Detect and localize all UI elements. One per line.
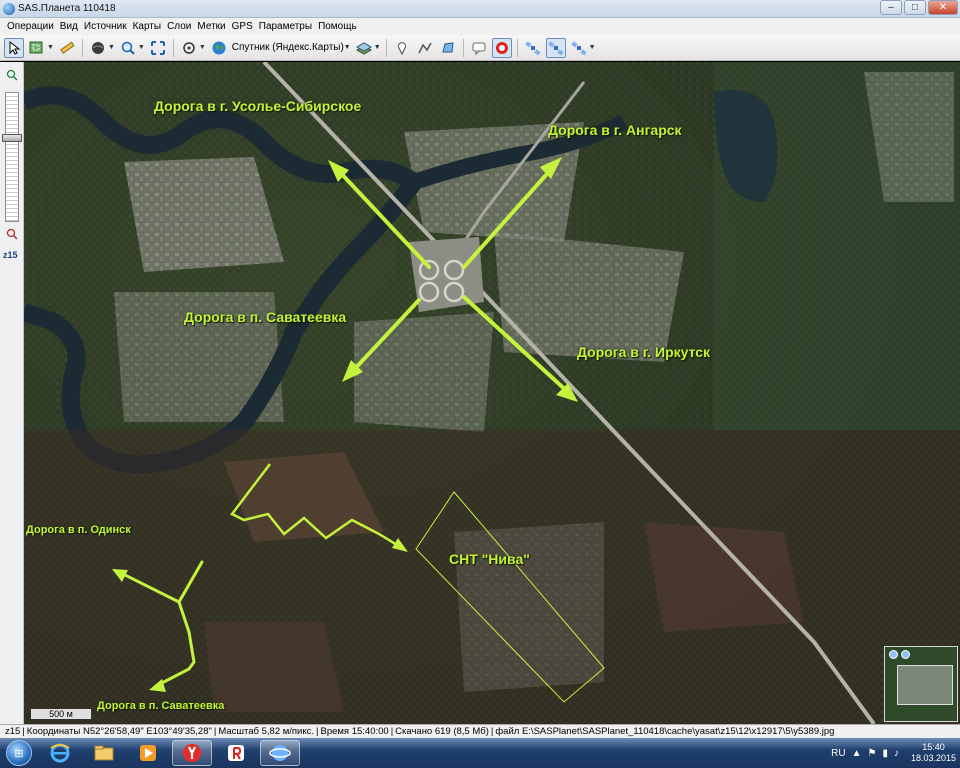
- title-bar: SAS.Планета 110418 – □ ✕: [0, 0, 960, 18]
- chevron-down-icon[interactable]: ▼: [589, 44, 596, 51]
- minimap-minus-icon[interactable]: [901, 650, 910, 659]
- stop-icon[interactable]: [491, 37, 512, 58]
- zoom-slider-thumb[interactable]: [2, 134, 22, 142]
- minimap-plus-icon[interactable]: [889, 650, 898, 659]
- label-road-odinsk: Дорога в п. Одинск: [26, 524, 131, 536]
- toolbar-separator: [81, 38, 83, 57]
- earth-icon[interactable]: [209, 38, 229, 58]
- close-button[interactable]: ✕: [928, 0, 958, 15]
- gps-icon[interactable]: [179, 38, 199, 58]
- label-snt-niva: СНТ "Нива": [449, 551, 530, 567]
- map-select-icon[interactable]: [27, 38, 47, 58]
- clock-date: 18.03.2015: [910, 753, 956, 763]
- show-hidden-icons-icon[interactable]: ▲: [852, 748, 862, 759]
- status-bar: z15 | Координаты N52°26'58,49" E103°49'35…: [0, 724, 960, 738]
- menu-gps[interactable]: GPS: [229, 21, 256, 32]
- zoom-panel: z15: [0, 62, 24, 724]
- system-tray: RU ▲ ⚑ ▮ ♪ 15:40 18.03.2015: [831, 738, 960, 768]
- toolbar-separator: [172, 38, 174, 57]
- zoom-slider-track[interactable]: [5, 92, 19, 222]
- status-coordinates: Координаты N52°26'58,49" E103°49'35,28": [26, 726, 212, 737]
- menu-source[interactable]: Источник: [81, 21, 130, 32]
- toolbar-separator: [516, 38, 518, 57]
- scale-bar: 500 м: [30, 708, 92, 720]
- toolbar-separator: [385, 38, 387, 57]
- clock[interactable]: 15:40 18.03.2015: [911, 742, 956, 764]
- menu-operations[interactable]: Операции: [4, 21, 57, 32]
- minimize-button[interactable]: –: [880, 0, 902, 15]
- chevron-down-icon[interactable]: ▼: [344, 44, 351, 51]
- status-zoom: z15: [5, 726, 21, 737]
- minimap-viewport[interactable]: [897, 665, 953, 705]
- menu-maps[interactable]: Карты: [130, 21, 165, 32]
- zoom-level-label: z15: [3, 250, 18, 260]
- chevron-down-icon[interactable]: ▼: [374, 44, 381, 51]
- status-time: Время 15:40:00: [320, 726, 389, 737]
- menu-layers[interactable]: Слои: [164, 21, 194, 32]
- fullscreen-icon[interactable]: [148, 38, 168, 58]
- path-icon[interactable]: [415, 38, 435, 58]
- label-road-angarsk: Дорога в г. Ангарск: [548, 122, 682, 138]
- ie-icon[interactable]: [40, 740, 80, 766]
- window-controls: – □ ✕: [880, 0, 958, 16]
- placemark-icon[interactable]: [392, 38, 412, 58]
- app-icon: [3, 2, 15, 15]
- menu-settings[interactable]: Параметры: [256, 21, 315, 32]
- label-road-irkutsk: Дорога в г. Иркутск: [577, 344, 711, 360]
- status-scale: Масштаб 5,82 м/пикс.: [218, 726, 315, 737]
- satellite-map[interactable]: Дорога в г. Усолье-Сибирское Дорога в г.…: [24, 62, 960, 724]
- taskbar: ⊞ RU ▲ ⚑ ▮ ♪ 15:40 18.03.2015: [0, 738, 960, 768]
- label-road-savateevka-top: Дорога в п. Саватеевка: [184, 309, 347, 325]
- label-road-savateevka-bottom: Дорога в п. Саватеевка: [97, 700, 225, 712]
- chevron-down-icon[interactable]: ▼: [108, 44, 115, 51]
- maximize-button[interactable]: □: [904, 0, 926, 15]
- bubble-icon[interactable]: [469, 38, 489, 58]
- toolbar: ▼ ▼ ▼ ▼ Спутник (Яндекс.Карты) ▼ ▼ ▼: [0, 35, 960, 61]
- zoom-out-icon[interactable]: [4, 226, 20, 242]
- pointer-icon[interactable]: [4, 37, 24, 58]
- chevron-down-icon[interactable]: ▼: [138, 44, 145, 51]
- mini-map[interactable]: [884, 646, 958, 722]
- satellite-icon[interactable]: [523, 38, 543, 58]
- map-source-label[interactable]: Спутник (Яндекс.Карты): [232, 42, 344, 53]
- zoom-in-icon[interactable]: [4, 67, 20, 83]
- status-downloaded: Скачано 619 (8,5 Мб): [395, 726, 489, 737]
- chevron-down-icon[interactable]: ▼: [47, 44, 54, 51]
- label-road-usolye: Дорога в г. Усолье-Сибирское: [154, 98, 362, 114]
- toolbar-separator: [462, 38, 464, 57]
- menu-view[interactable]: Вид: [57, 21, 81, 32]
- satellite-settings-icon[interactable]: [569, 38, 589, 58]
- layers-icon[interactable]: [354, 38, 374, 58]
- yandex-browser-icon[interactable]: [216, 740, 256, 766]
- language-indicator[interactable]: RU: [831, 748, 845, 759]
- globe-icon[interactable]: [88, 38, 108, 58]
- flag-icon[interactable]: ⚑: [867, 748, 876, 759]
- menu-bar: Операции Вид Источник Карты Слои Метки G…: [0, 18, 960, 35]
- media-icon[interactable]: [128, 740, 168, 766]
- explorer-icon[interactable]: [84, 740, 124, 766]
- menu-placemarks[interactable]: Метки: [194, 21, 228, 32]
- chevron-down-icon[interactable]: ▼: [199, 44, 206, 51]
- window-title: SAS.Планета 110418: [18, 3, 116, 14]
- network-icon[interactable]: ▮: [882, 748, 888, 759]
- satellite-active-icon[interactable]: [545, 37, 566, 58]
- clock-time: 15:40: [922, 742, 945, 752]
- menu-help[interactable]: Помощь: [315, 21, 360, 32]
- volume-icon[interactable]: ♪: [894, 748, 899, 759]
- zoom-icon[interactable]: [118, 38, 138, 58]
- ruler-icon[interactable]: [57, 38, 77, 58]
- yandex-icon[interactable]: [172, 740, 212, 766]
- windows-logo-icon: ⊞: [6, 740, 32, 766]
- polygon-icon[interactable]: [438, 38, 458, 58]
- status-file: файл E:\SASPlanet\SASPlanet_110418\cache…: [495, 726, 835, 737]
- start-button[interactable]: ⊞: [2, 738, 36, 768]
- sasplanet-icon[interactable]: [260, 740, 300, 766]
- satellite-imagery: [24, 62, 960, 724]
